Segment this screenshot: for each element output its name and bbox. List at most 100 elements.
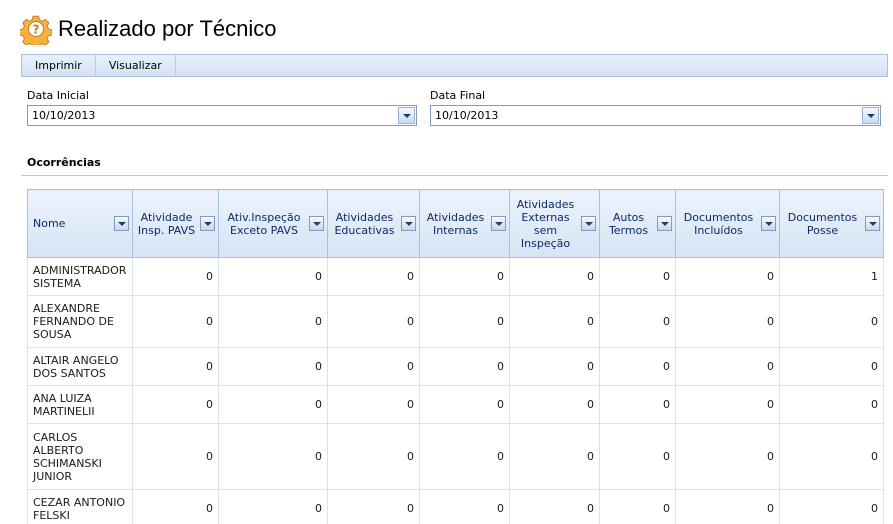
column-menu-button[interactable] <box>581 216 596 231</box>
column-menu-button[interactable] <box>657 216 672 231</box>
cell-value: 0 <box>327 257 420 296</box>
column-menu-button[interactable] <box>401 216 416 231</box>
cell-value: 0 <box>132 423 219 490</box>
gear-question-icon: ? <box>20 15 52 45</box>
cell-value: 0 <box>132 257 219 296</box>
chevron-down-icon <box>868 221 877 226</box>
column-header[interactable]: Atividades Educativas <box>327 189 420 258</box>
cell-value: 0 <box>419 347 510 386</box>
chevron-down-icon <box>402 113 411 118</box>
column-menu-button[interactable] <box>761 216 776 231</box>
cell-value: 0 <box>218 257 328 296</box>
cell-value: 0 <box>132 489 219 524</box>
cell-name: ALEXANDRE FERNANDO DE SOUSA <box>27 295 133 348</box>
chevron-down-icon <box>203 221 212 226</box>
column-header-label: Atividades Internas <box>426 210 485 237</box>
column-menu-button[interactable] <box>309 216 324 231</box>
start-date-combo[interactable]: 10/10/2013 <box>27 105 417 126</box>
cell-value: 0 <box>327 347 420 386</box>
column-header[interactable]: Ativ.Inspeção Exceto PAVS <box>218 189 328 258</box>
cell-value: 0 <box>132 347 219 386</box>
cell-value: 0 <box>419 423 510 490</box>
cell-value: 0 <box>218 489 328 524</box>
cell-value: 0 <box>509 489 600 524</box>
column-header-label: Nome <box>33 217 66 230</box>
table-row[interactable]: ALEXANDRE FERNANDO DE SOUSA 0 0 0 0 0 0 0 0 <box>27 295 884 348</box>
cell-value: 0 <box>132 385 219 424</box>
column-header[interactable]: Documentos Posse <box>779 189 884 258</box>
cell-value: 0 <box>509 295 600 348</box>
column-header-label: Documentos Incluídos <box>683 210 754 237</box>
cell-value: 0 <box>675 295 780 348</box>
chevron-down-icon <box>866 113 875 118</box>
cell-value: 0 <box>419 489 510 524</box>
table-row[interactable]: ALTAIR ANGELO DOS SANTOS 0 0 0 0 0 0 0 0 <box>27 347 884 386</box>
chevron-down-icon <box>660 221 669 226</box>
column-header[interactable]: Atividades Externas sem Inspeção <box>509 189 600 258</box>
column-header[interactable]: Nome <box>27 189 133 258</box>
table-row[interactable]: ADMINISTRADOR SISTEMA 0 0 0 0 0 0 0 1 <box>27 257 884 296</box>
cell-name: CEZAR ANTONIO FELSKI <box>27 489 133 524</box>
cell-value: 0 <box>675 489 780 524</box>
column-header[interactable]: Atividades Internas <box>419 189 510 258</box>
cell-value: 0 <box>327 423 420 490</box>
start-date-label: Data Inicial <box>27 89 89 102</box>
column-header[interactable]: Documentos Incluídos <box>675 189 780 258</box>
column-menu-button[interactable] <box>200 216 215 231</box>
occurrences-grid: Nome Atividade Insp. PAVS Ativ.Inspeção Ex… <box>27 189 884 524</box>
chevron-down-icon <box>494 221 503 226</box>
column-header-label: Autos Termos <box>608 210 649 237</box>
table-row[interactable]: CARLOS ALBERTO SCHIMANSKI JUNIOR 0 0 0 0 0 0 0 0 <box>27 423 884 490</box>
cell-value: 0 <box>599 295 676 348</box>
cell-value: 0 <box>327 489 420 524</box>
column-menu-button[interactable] <box>865 216 880 231</box>
cell-value: 0 <box>218 295 328 348</box>
cell-value: 0 <box>218 385 328 424</box>
cell-value: 0 <box>779 295 884 348</box>
cell-value: 0 <box>218 347 328 386</box>
cell-value: 0 <box>779 385 884 424</box>
cell-value: 0 <box>509 423 600 490</box>
cell-value: 0 <box>599 489 676 524</box>
cell-value: 0 <box>419 295 510 348</box>
chevron-down-icon <box>584 221 593 226</box>
end-date-label: Data Final <box>430 89 486 102</box>
cell-value: 0 <box>779 347 884 386</box>
cell-value: 0 <box>675 347 780 386</box>
cell-value: 0 <box>779 489 884 524</box>
print-button[interactable]: Imprimir <box>22 55 96 76</box>
end-date-value[interactable]: 10/10/2013 <box>431 109 862 122</box>
column-header-label: Documentos Posse <box>787 210 858 237</box>
column-header-label: Atividades Externas sem Inspeção <box>516 197 575 250</box>
end-date-combo[interactable]: 10/10/2013 <box>430 105 881 126</box>
cell-value: 0 <box>675 257 780 296</box>
cell-name: ALTAIR ANGELO DOS SANTOS <box>27 347 133 386</box>
table-row[interactable]: CEZAR ANTONIO FELSKI 0 0 0 0 0 0 0 0 <box>27 489 884 524</box>
chevron-down-icon <box>312 221 321 226</box>
cell-value: 0 <box>419 385 510 424</box>
column-menu-button[interactable] <box>491 216 506 231</box>
chevron-down-icon <box>117 221 126 226</box>
cell-value: 0 <box>509 257 600 296</box>
view-button[interactable]: Visualizar <box>96 55 176 76</box>
start-date-dropdown-button[interactable] <box>398 107 415 124</box>
cell-value: 0 <box>327 385 420 424</box>
cell-value: 1 <box>779 257 884 296</box>
table-row[interactable]: ANA LUIZA MARTINELII 0 0 0 0 0 0 0 0 <box>27 385 884 424</box>
chevron-down-icon <box>764 221 773 226</box>
title-row: ? Realizado por Técnico <box>20 12 277 46</box>
start-date-value[interactable]: 10/10/2013 <box>28 109 398 122</box>
cell-value: 0 <box>599 423 676 490</box>
svg-text:?: ? <box>33 23 40 37</box>
page-title: Realizado por Técnico <box>58 16 277 41</box>
end-date-dropdown-button[interactable] <box>862 107 879 124</box>
cell-value: 0 <box>419 257 510 296</box>
cell-name: CARLOS ALBERTO SCHIMANSKI JUNIOR <box>27 423 133 490</box>
cell-value: 0 <box>599 347 676 386</box>
toolbar: Imprimir Visualizar <box>21 54 888 77</box>
cell-name: ADMINISTRADOR SISTEMA <box>27 257 133 296</box>
column-menu-button[interactable] <box>114 216 129 231</box>
column-header[interactable]: Atividade Insp. PAVS <box>132 189 219 258</box>
column-header[interactable]: Autos Termos <box>599 189 676 258</box>
cell-value: 0 <box>509 347 600 386</box>
